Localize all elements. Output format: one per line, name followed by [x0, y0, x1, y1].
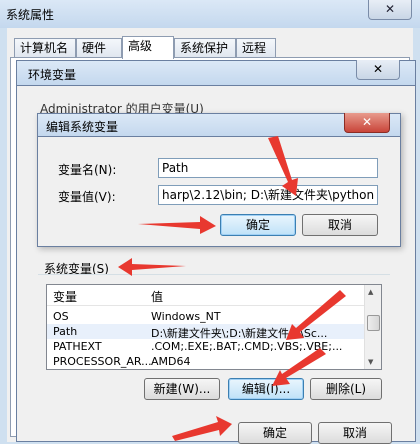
arrow-to-value-field-icon — [268, 136, 298, 196]
arrow-to-env-ok-icon — [172, 416, 232, 441]
arrow-to-edit-button-icon — [272, 348, 326, 386]
arrow-to-edit-ok-icon — [138, 216, 216, 234]
arrow-to-path-row-icon — [286, 290, 346, 340]
tab-advanced[interactable]: 高级 — [122, 36, 174, 59]
arrow-to-system-vars-label-icon — [118, 258, 186, 276]
annotation-arrows — [118, 136, 346, 441]
